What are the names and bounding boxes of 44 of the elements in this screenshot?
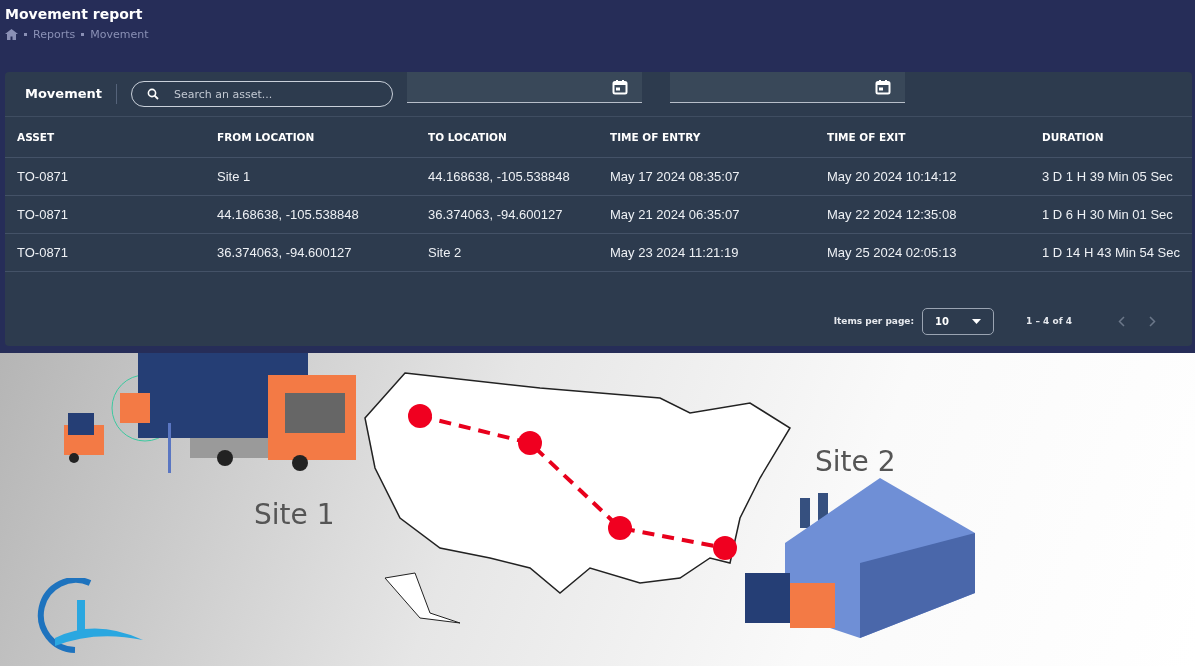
card-title: Movement bbox=[5, 84, 117, 104]
column-header: TIME OF EXIT bbox=[827, 131, 907, 143]
table-cell-text: 1 D 14 H 43 Min 54 Sec bbox=[1042, 245, 1182, 260]
column-header: TIME OF ENTRY bbox=[610, 131, 702, 143]
home-icon[interactable] bbox=[5, 29, 18, 40]
calendar-icon[interactable] bbox=[612, 79, 628, 95]
caret-icon bbox=[972, 318, 982, 324]
table-cell-text: Site 1 bbox=[217, 169, 252, 184]
breadcrumb-link[interactable]: Movement bbox=[90, 28, 149, 41]
site-label: Site 2 bbox=[815, 445, 896, 478]
page-range: 1 – 4 of 4 bbox=[1026, 316, 1072, 326]
table-cell-text: May 17 2024 08:35:07 bbox=[610, 169, 741, 184]
table-cell-text: 44.168638, -105.538848 bbox=[428, 169, 571, 184]
table-cell-text: 3 D 1 H 39 Min 05 Sec bbox=[1042, 169, 1174, 184]
table-cell-text: TO-0871 bbox=[17, 207, 70, 222]
table-cell-text: TO-0871 bbox=[17, 245, 70, 260]
search-icon bbox=[147, 88, 159, 100]
table-cell-text: 1 D 6 H 30 Min 01 Sec bbox=[1042, 207, 1174, 222]
table-cell-text: May 23 2024 11:21:19 bbox=[610, 245, 740, 260]
table-cell-text: 36.374063, -94.600127 bbox=[428, 207, 564, 222]
date-field[interactable] bbox=[670, 72, 905, 103]
table-cell-text: 44.168638, -105.538848 bbox=[217, 207, 360, 222]
table-cell-text: TO-0871 bbox=[17, 169, 70, 184]
column-header: ASSET bbox=[17, 131, 56, 143]
table-cell-text: May 20 2024 10:14:12 bbox=[827, 169, 958, 184]
search-field[interactable]: Search an asset... bbox=[131, 81, 393, 107]
chevron-right-icon bbox=[1149, 315, 1156, 327]
table-cell-text: 36.374063, -94.600127 bbox=[217, 245, 353, 260]
calendar-icon[interactable] bbox=[875, 79, 891, 95]
column-header: TO LOCATION bbox=[428, 131, 508, 143]
table-cell-text: Site 2 bbox=[428, 245, 463, 260]
column-header: DURATION bbox=[1042, 131, 1105, 143]
table-cell-text: May 21 2024 06:35:07 bbox=[610, 207, 741, 222]
table-cell-text: May 22 2024 12:35:08 bbox=[827, 207, 958, 222]
page-size-select[interactable]: 10 bbox=[922, 307, 995, 335]
column-header: FROM LOCATION bbox=[217, 131, 316, 143]
page-title: Movement report bbox=[5, 6, 144, 22]
table-cell-text: May 25 2024 02:05:13 bbox=[827, 245, 958, 260]
items-per-page-label: Items per page: bbox=[833, 316, 915, 326]
logo-icon bbox=[35, 578, 145, 653]
site-label: Site 1 bbox=[254, 498, 335, 531]
breadcrumb-link[interactable]: Reports bbox=[33, 28, 76, 41]
date-field[interactable] bbox=[407, 72, 642, 103]
chevron-left-icon bbox=[1118, 315, 1125, 327]
